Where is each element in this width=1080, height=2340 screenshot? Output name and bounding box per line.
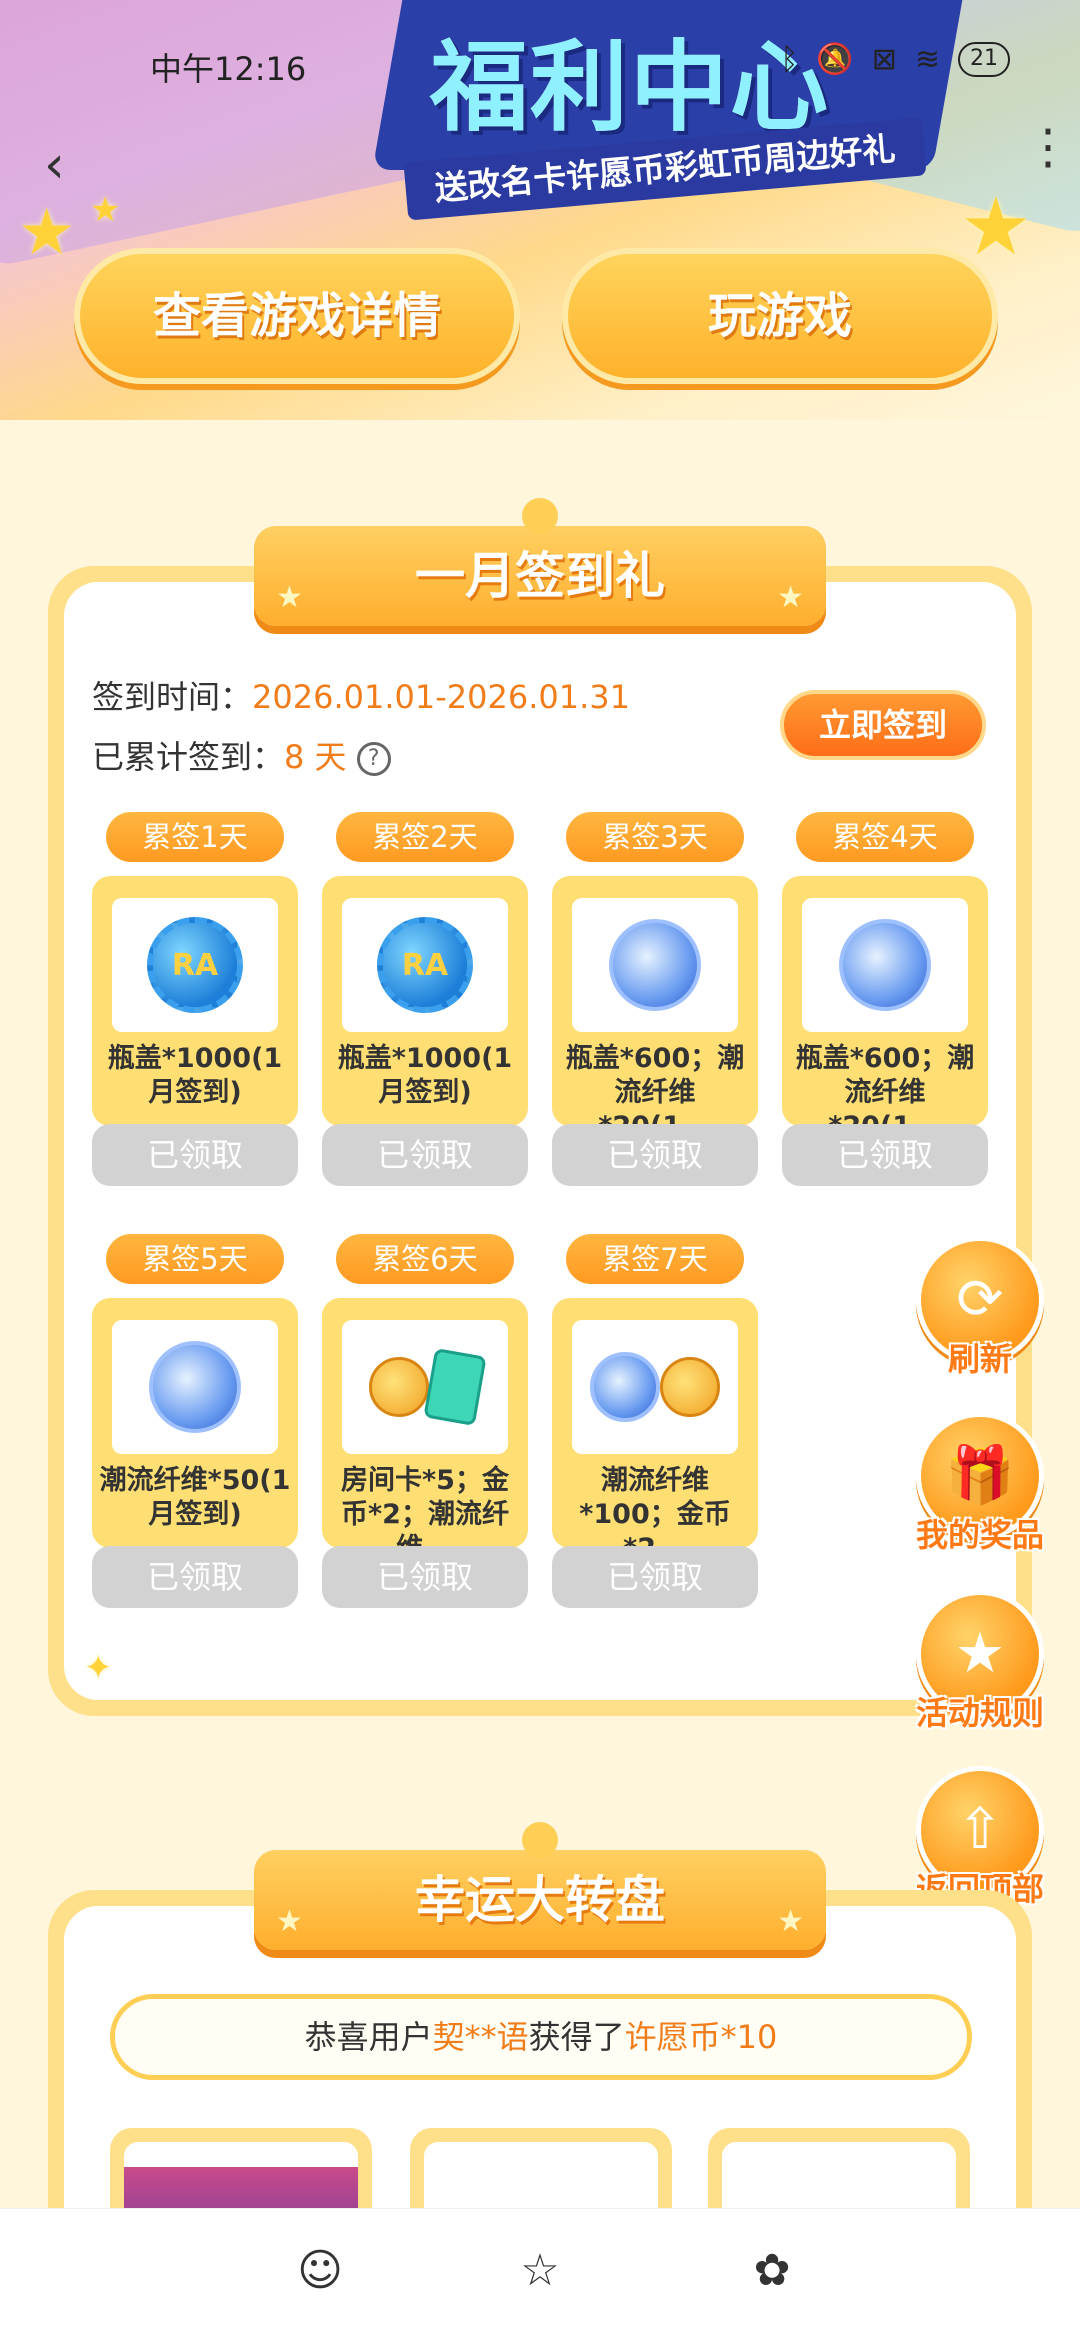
- rules-button[interactable]: ★ 活动规则: [910, 1590, 1050, 1740]
- battery-icon: 21: [958, 42, 1010, 77]
- star-decoration-icon: ★: [960, 180, 1032, 273]
- signin-count: 已累计签到：8 天 ?: [92, 732, 391, 778]
- day-tag: 累签7天: [566, 1234, 744, 1284]
- star-icon[interactable]: ☆: [508, 2239, 572, 2303]
- reward-item: RA 瓶盖*1000(1月签到): [322, 876, 528, 1126]
- reward-image: [112, 1320, 278, 1454]
- room-card-icon: [423, 1348, 487, 1426]
- reward-name: 瓶盖*1000(1月签到): [337, 1043, 513, 1108]
- day-tag: 累签1天: [106, 812, 284, 862]
- more-icon[interactable]: ⋮: [1024, 123, 1072, 192]
- my-prizes-label: 我的奖品: [915, 1516, 1044, 1554]
- lucky-wheel-title-text: 幸运大转盘: [415, 1871, 665, 1929]
- reward-image: [572, 898, 738, 1032]
- day-tag: 累签5天: [106, 1234, 284, 1284]
- lucky-wheel-title: ★ 幸运大转盘 ★: [254, 1822, 826, 1950]
- mute-icon: 🔕: [816, 42, 854, 77]
- claimed-button[interactable]: 已领取: [92, 1546, 298, 1608]
- reward-item: 潮流纤维*50(1月签到): [92, 1298, 298, 1548]
- reward-item: 瓶盖*600；潮流纤维*20(1...: [552, 876, 758, 1142]
- claimed-button[interactable]: 已领取: [552, 1124, 758, 1186]
- status-time: 中午12:16: [150, 50, 307, 88]
- signin-title-text: 一月签到礼: [415, 547, 665, 605]
- refresh-label: 刷新: [947, 1340, 1012, 1378]
- claimed-button[interactable]: 已领取: [552, 1546, 758, 1608]
- day-tag: 累签3天: [566, 812, 744, 862]
- wifi-icon: ≋: [914, 42, 940, 77]
- reward-image: RA: [112, 898, 278, 1032]
- home-face-icon[interactable]: ☺: [288, 2239, 352, 2303]
- star-decoration-icon: ★: [276, 1904, 303, 1939]
- fiber-cap-icon: [609, 919, 701, 1011]
- star-decoration-icon: ★: [777, 580, 804, 615]
- play-game-button[interactable]: 玩游戏: [562, 248, 998, 384]
- reward-image: [572, 1320, 738, 1454]
- my-prizes-button[interactable]: 🎁 我的奖品: [910, 1412, 1050, 1562]
- status-bar: 中午12:16 ᛒ 🔕 ⊠ ≋ 21: [0, 38, 1080, 88]
- signin-time-label: 签到时间：: [92, 678, 253, 716]
- bluetooth-icon: ᛒ: [780, 42, 799, 77]
- signin-time-value: 2026.01.01-2026.01.31: [252, 678, 630, 716]
- signin-count-value: 8 天: [284, 738, 347, 776]
- signin-title: ★ 一月签到礼 ★: [254, 498, 826, 626]
- reward-item: 房间卡*5；金币*2；潮流纤维...: [322, 1298, 528, 1564]
- star-decoration-icon: ★: [90, 190, 121, 230]
- sim-icon: ⊠: [871, 42, 897, 77]
- fiber-icon: [149, 1341, 241, 1433]
- day-tag: 累签2天: [336, 812, 514, 862]
- bottle-cap-icon: RA: [147, 917, 243, 1013]
- title-pin-decoration: [522, 1822, 558, 1858]
- fiber-icon: [590, 1352, 660, 1422]
- notice-prize: 许愿币*10: [624, 2018, 778, 2056]
- rules-label: 活动规则: [915, 1694, 1044, 1732]
- sparkle-icon: ✦: [84, 1648, 113, 1688]
- reward-item: 瓶盖*600；潮流纤维*20(1...: [782, 876, 988, 1142]
- coin-icon: [369, 1357, 429, 1417]
- bottom-navigation: ☺ ☆ ✿: [0, 2208, 1080, 2340]
- signin-time: 签到时间：2026.01.01-2026.01.31: [92, 672, 630, 718]
- reward-item: 潮流纤维*100；金币*2...: [552, 1298, 758, 1564]
- notice-user: 契**语: [432, 2018, 529, 2056]
- signin-now-button[interactable]: 立即签到: [780, 690, 986, 760]
- winner-notice: 恭喜用户契**语获得了许愿币*10: [110, 1994, 972, 2080]
- day-tag: 累签6天: [336, 1234, 514, 1284]
- status-icons: ᛒ 🔕 ⊠ ≋ 21: [780, 42, 1010, 77]
- reward-item: RA 瓶盖*1000(1月签到): [92, 876, 298, 1126]
- back-icon[interactable]: ‹: [44, 135, 84, 195]
- claimed-button[interactable]: 已领取: [782, 1124, 988, 1186]
- reward-name: 潮流纤维*50(1月签到): [99, 1465, 291, 1530]
- help-icon[interactable]: ?: [356, 742, 391, 776]
- day-tag: 累签4天: [796, 812, 974, 862]
- notice-mid: 获得了: [528, 2018, 625, 2056]
- coin-icon: [660, 1357, 720, 1417]
- star-decoration-icon: ★: [777, 1904, 804, 1939]
- notice-prefix: 恭喜用户: [304, 2018, 433, 2056]
- claimed-button[interactable]: 已领取: [92, 1124, 298, 1186]
- reward-name: 瓶盖*1000(1月签到): [107, 1043, 283, 1108]
- claimed-button[interactable]: 已领取: [322, 1124, 528, 1186]
- star-decoration-icon: ★: [18, 196, 76, 270]
- view-game-details-button[interactable]: 查看游戏详情: [74, 248, 520, 384]
- bottle-cap-icon: RA: [377, 917, 473, 1013]
- star-decoration-icon: ★: [276, 580, 303, 615]
- signin-count-label: 已累计签到：: [92, 738, 285, 776]
- flower-icon[interactable]: ✿: [740, 2239, 804, 2303]
- refresh-button[interactable]: ⟳ 刷新: [910, 1236, 1050, 1386]
- fiber-cap-icon: [839, 919, 931, 1011]
- reward-image: [802, 898, 968, 1032]
- reward-image: [342, 1320, 508, 1454]
- title-pin-decoration: [522, 498, 558, 534]
- claimed-button[interactable]: 已领取: [322, 1546, 528, 1608]
- reward-image: RA: [342, 898, 508, 1032]
